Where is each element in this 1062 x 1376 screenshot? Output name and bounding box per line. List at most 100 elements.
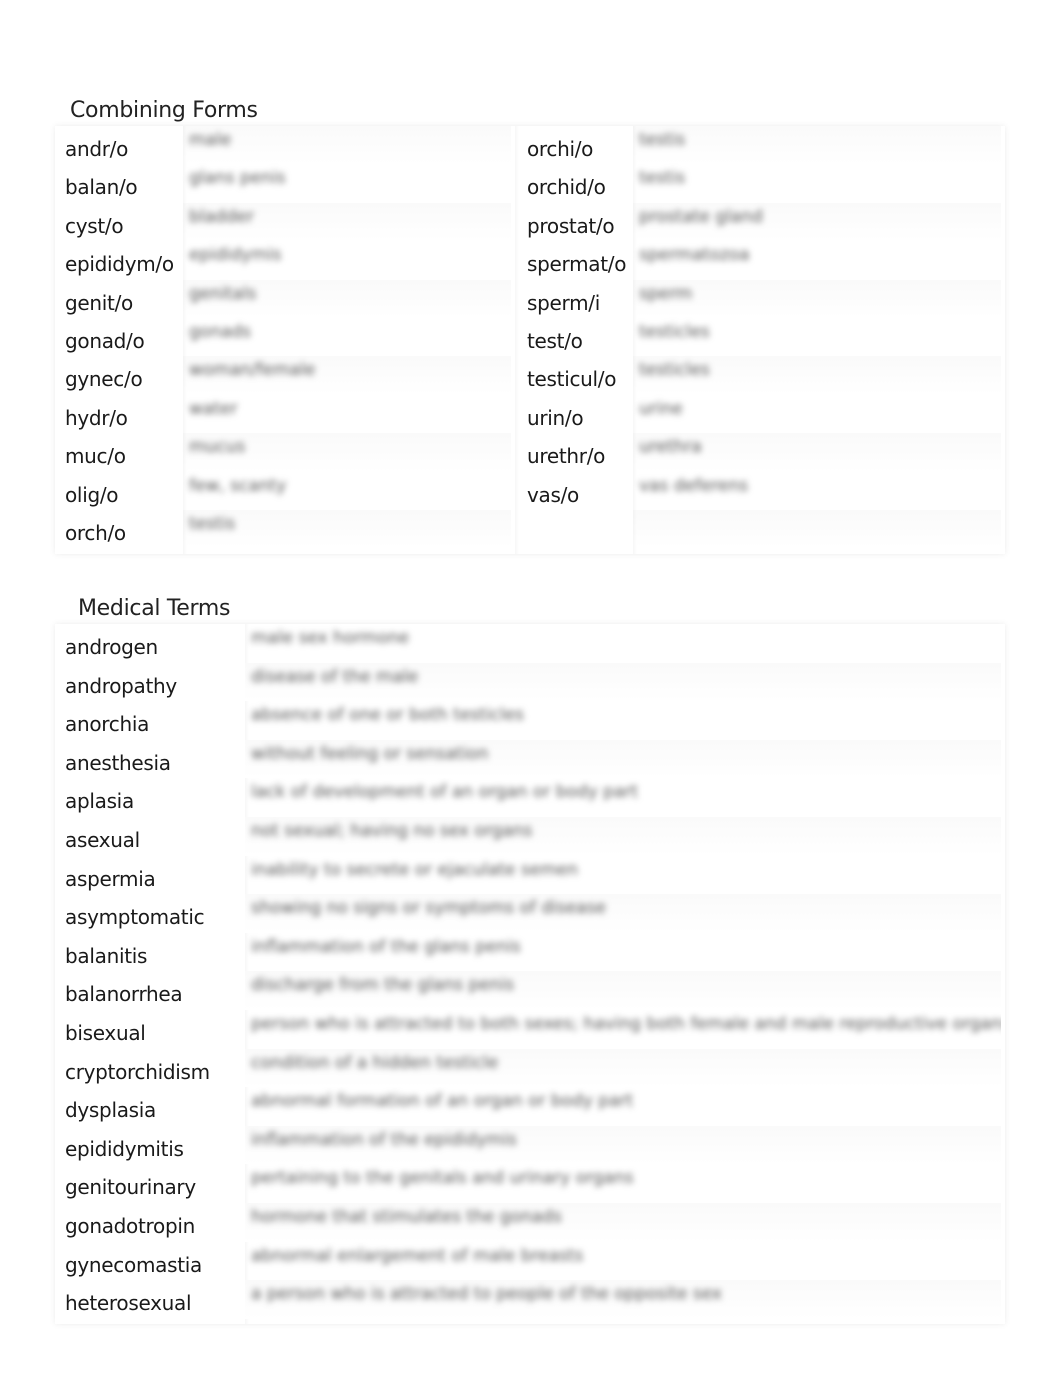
definition-cell: few, scanty [183, 472, 511, 510]
term-cell: cryptorchidism [65, 1059, 210, 1084]
term-cell: androgen [65, 635, 158, 659]
term-cell: genitourinary [65, 1175, 196, 1200]
definition-cell: person who is attracted to both sexes; h… [245, 1010, 1001, 1049]
definition-cell: bladder [183, 202, 511, 242]
blurred-definition-text: prostate gland [639, 206, 763, 227]
table-row: heterosexual a person who is attracted to… [55, 1280, 1005, 1319]
term-cell: urethr/o [527, 444, 606, 469]
term-cell: cyst/o [65, 213, 124, 238]
term-cell: test/o [527, 328, 583, 353]
definition-cell: genitals [183, 279, 511, 318]
definition-cell: showing no signs or symptoms of disease [245, 894, 1001, 933]
table-row [517, 509, 1005, 549]
term-cell: gonad/o [65, 328, 145, 353]
blurred-definition-text: abnormal formation of an organ or body p… [251, 1091, 634, 1112]
definition-cell: discharge from the glans penis [245, 971, 1001, 1010]
blurred-definition-text: showing no signs or symptoms of disease [251, 898, 606, 919]
definition-cell: a person who is attracted to people of t… [245, 1280, 1001, 1319]
blurred-definition-text: epididymis [189, 245, 282, 266]
table-row: dysplasia abnormal formation of an organ … [55, 1087, 1005, 1126]
blurred-definition-text: genitals [189, 283, 257, 304]
blurred-definition-text: absence of one or both testicles [251, 705, 524, 726]
term-cell: anesthesia [65, 750, 171, 775]
definition-cell: testis [183, 509, 511, 549]
term-cell: balanorrhea [65, 982, 183, 1007]
table-row: hydr/o water [55, 395, 515, 433]
definition-cell: testis [633, 164, 1001, 202]
term-cell: orchid/o [527, 175, 606, 200]
blurred-definition-text: few, scanty [189, 475, 287, 496]
definition-cell: hormone that stimulates the gonads [245, 1202, 1001, 1242]
column-divider [633, 126, 637, 554]
blurred-definition-text: urine [639, 398, 683, 419]
table-row: urin/o urine [517, 395, 1005, 433]
column-divider [183, 126, 187, 554]
blurred-definition-text: male [189, 130, 232, 150]
blurred-definition-text: abnormal enlargement of male breasts [251, 1245, 584, 1266]
term-cell: asymptomatic [65, 905, 205, 930]
term-cell: asexual [65, 827, 140, 852]
blurred-definition-text: urethra [639, 437, 702, 458]
combining-forms-right-column: orchi/o testis orchid/o testis prostat/o pros… [517, 126, 1005, 549]
blurred-definition-text: woman/female [189, 360, 316, 381]
term-cell: orchi/o [527, 137, 594, 161]
term-cell: epididymitis [65, 1136, 184, 1161]
definition-cell: testicles [633, 318, 1001, 356]
blurred-definition-text: male sex hormone [251, 628, 410, 648]
combining-forms-title: Combining Forms [70, 98, 258, 123]
table-row: genit/o genitals [55, 279, 515, 318]
blurred-definition-text: inflammation of the glans penis [251, 936, 521, 957]
table-row: bisexual person who is attracted to both … [55, 1010, 1005, 1049]
definition-cell: testicles [633, 356, 1001, 395]
blurred-definition-text: testicles [639, 360, 710, 381]
term-cell: gynec/o [65, 367, 143, 392]
table-row: andropathy disease of the male [55, 662, 1005, 702]
blurred-definition-text: lack of development of an organ or body … [251, 782, 639, 803]
definition-cell: inability to secrete or ejaculate semen [245, 856, 1001, 895]
term-cell: olig/o [65, 482, 119, 507]
term-cell: testicul/o [527, 367, 617, 392]
table-row: balanitis inflammation of the glans penis [55, 933, 1005, 972]
term-cell: gonadotropin [65, 1213, 195, 1238]
term-cell: epididym/o [65, 252, 174, 277]
blurred-definition-text: condition of a hidden testicle [251, 1052, 499, 1073]
definition-cell: vas deferens [633, 472, 1001, 510]
blurred-definition-text: testis [639, 168, 686, 189]
table-row: asymptomatic showing no signs or symptoms… [55, 894, 1005, 933]
blurred-definition-text: inability to secrete or ejaculate semen [251, 859, 579, 880]
blurred-definition-text: testicles [639, 321, 710, 342]
table-row: anesthesia without feeling or sensation [55, 739, 1005, 779]
definition-cell: without feeling or sensation [245, 739, 1001, 779]
blurred-definition-text: without feeling or sensation [251, 743, 489, 764]
definition-cell: pertaining to the genitals and urinary o… [245, 1164, 1001, 1203]
table-row: sperm/i sperm [517, 279, 1005, 318]
table-row: testicul/o testicles [517, 356, 1005, 395]
blurred-definition-text: water [189, 398, 238, 419]
definition-cell: mucus [183, 433, 511, 472]
blurred-definition-text: person who is attracted to both sexes; h… [251, 1013, 1001, 1034]
term-cell: genit/o [65, 290, 133, 315]
definition-cell: absence of one or both testicles [245, 701, 1001, 740]
table-row: orchi/o testis [517, 126, 1005, 165]
table-row: epididym/o epididymis [55, 241, 515, 279]
table-row: balan/o glans penis [55, 164, 515, 202]
definition-cell: male sex hormone [245, 624, 1001, 663]
table-row: aplasia lack of development of an organ o… [55, 778, 1005, 817]
blurred-definition-text: glans penis [189, 168, 286, 189]
term-cell: gynecomastia [65, 1252, 202, 1277]
definition-cell: prostate gland [633, 202, 1001, 242]
table-row: muc/o mucus [55, 433, 515, 472]
table-row: androgen male sex hormone [55, 624, 1005, 663]
blurred-definition-text: discharge from the glans penis [251, 975, 515, 996]
table-row: vas/o vas deferens [517, 472, 1005, 510]
term-cell: hydr/o [65, 405, 128, 430]
definition-cell: inflammation of the epididymis [245, 1125, 1001, 1165]
definition-cell: inflammation of the glans penis [245, 933, 1001, 972]
blurred-definition-text: disease of the male [251, 666, 419, 687]
blurred-definition-text: spermatozoa [639, 245, 750, 266]
term-cell: prostat/o [527, 213, 615, 238]
definition-cell: spermatozoa [633, 241, 1001, 279]
term-cell: aspermia [65, 866, 156, 891]
definition-cell: urine [633, 395, 1001, 433]
table-row: orch/o testis [55, 509, 515, 549]
